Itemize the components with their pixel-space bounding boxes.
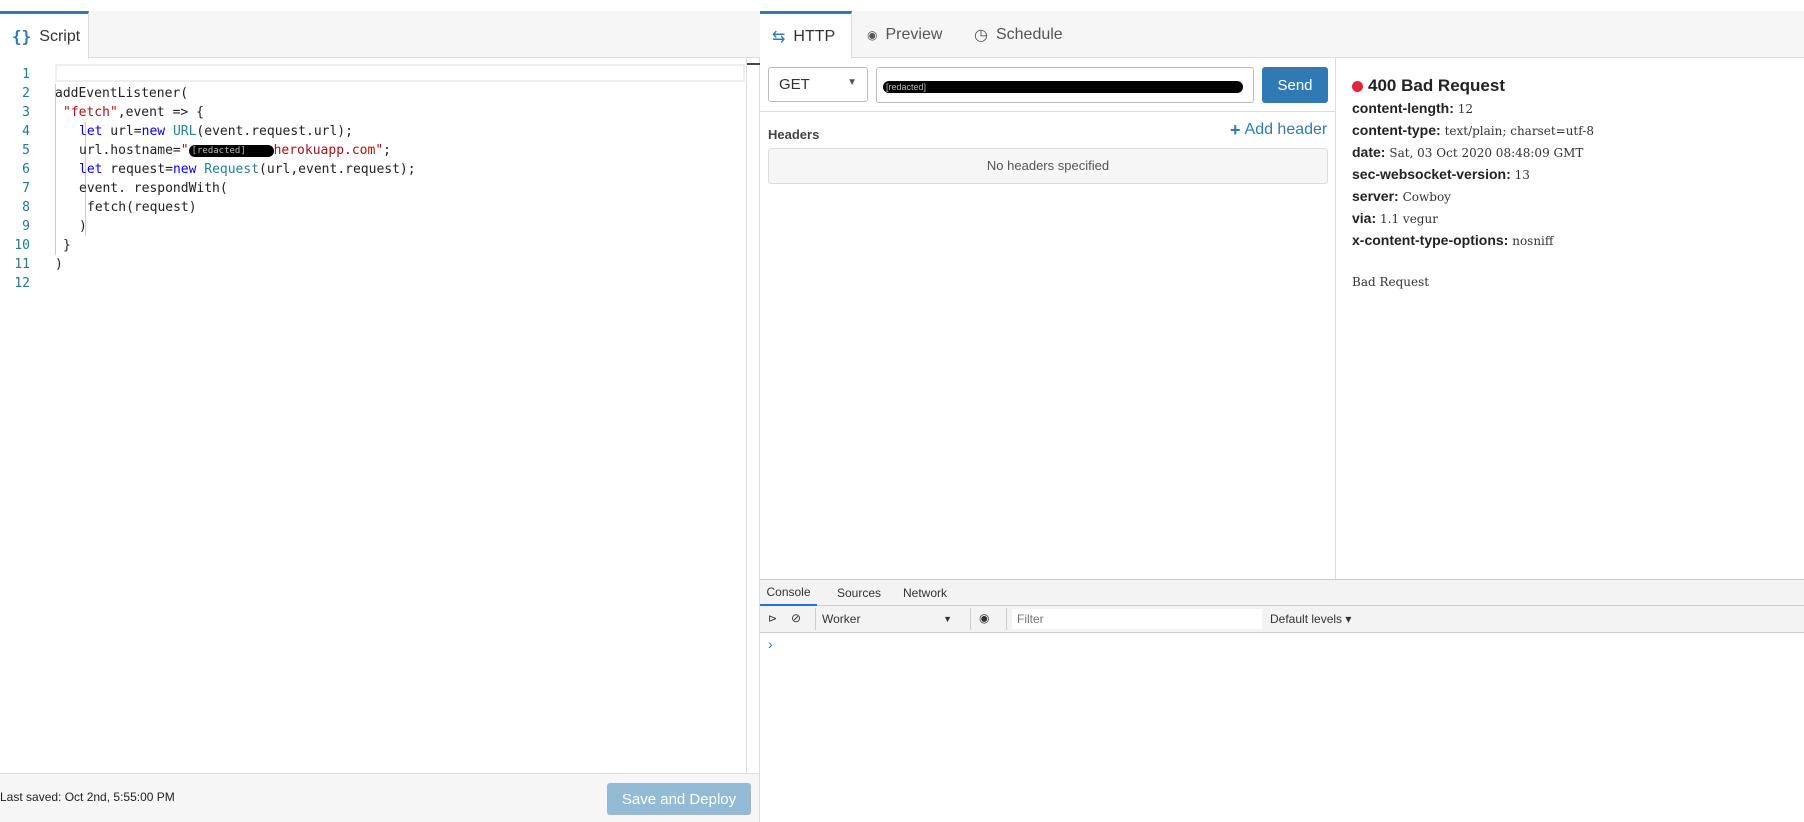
header-key: content-type:	[1352, 122, 1441, 138]
code-line: let request=new Request(url,event.reques…	[79, 162, 416, 177]
line-number: 3	[22, 105, 30, 120]
code-editor[interactable]: 1 2 addEventListener(3 "fetch",event => {4 l…	[0, 58, 760, 773]
header-key: sec-websocket-version:	[1352, 166, 1511, 182]
response-status: 400 Bad Request	[1368, 76, 1505, 95]
console-filter-input[interactable]	[1012, 609, 1262, 629]
line-number: 6	[22, 162, 30, 177]
redacted-url: [redacted]	[883, 80, 1243, 93]
code-line: "fetch",event => {	[63, 105, 204, 120]
no-headers-box: No headers specified	[768, 148, 1328, 184]
plus-icon: +	[1230, 120, 1241, 140]
send-button[interactable]: Send	[1262, 67, 1328, 103]
clear-console-icon[interactable]: ⊘	[791, 611, 801, 625]
tab-http[interactable]: ⇆ HTTP	[760, 11, 852, 59]
code-line: fetch(request)	[87, 200, 197, 215]
line-number: 4	[22, 124, 30, 139]
response-headers: content-length: 12 content-type: text/pla…	[1352, 98, 1594, 252]
code-line: let url=new URL(event.request.url);	[79, 124, 353, 139]
eye-icon: ◉	[867, 27, 878, 42]
line-number: 9	[22, 219, 30, 234]
current-line-highlight	[55, 64, 745, 82]
response-header: via: 1.1 vegur	[1352, 208, 1594, 230]
header-value: 13	[1514, 168, 1530, 182]
log-levels-dropdown[interactable]: Default levels ▾	[1270, 612, 1351, 626]
method-select[interactable]: GET ▼	[768, 67, 868, 102]
divider	[1335, 58, 1336, 579]
add-header-button[interactable]: + Add header	[1230, 121, 1327, 139]
devtools-tabs: Console Sources Network	[760, 579, 1804, 606]
sidebar-toggle-icon[interactable]: ⊳	[768, 612, 777, 625]
tab-script[interactable]: {} Script	[0, 11, 89, 59]
header-key: date:	[1352, 144, 1386, 160]
header-key: server:	[1352, 188, 1399, 204]
headers-title: Headers	[768, 127, 820, 142]
header-value: Cowboy	[1402, 190, 1451, 204]
code-line: )	[55, 257, 63, 272]
console-prompt[interactable]: ›	[768, 636, 773, 652]
last-saved-text: Last saved: Oct 2nd, 5:55:00 PM	[0, 790, 175, 804]
eye-icon[interactable]: ◉	[979, 611, 989, 625]
code-line: )	[79, 219, 87, 234]
response-header: server: Cowboy	[1352, 186, 1594, 208]
right-tabbar: ⇆ HTTP ◉ Preview ◷ Schedule	[760, 11, 1804, 59]
line-number: 11	[14, 257, 30, 272]
divider	[760, 111, 1335, 112]
response-header: content-length: 12	[1352, 98, 1594, 120]
response-body: Bad Request	[1352, 275, 1430, 289]
line-number: 10	[14, 238, 30, 253]
header-value: Sat, 03 Oct 2020 08:48:09 GMT	[1389, 146, 1584, 160]
code-line: addEventListener(	[55, 86, 189, 101]
response-header: content-type: text/plain; charset=utf-8	[1352, 120, 1594, 142]
header-value: nosniff	[1512, 234, 1554, 248]
clock-icon: ◷	[974, 26, 988, 44]
tab-console[interactable]: Console	[760, 580, 817, 606]
url-input[interactable]: [redacted]	[876, 67, 1254, 103]
response-header: sec-websocket-version: 13	[1352, 164, 1594, 186]
tab-preview[interactable]: ◉ Preview	[855, 11, 954, 58]
redacted-hostname: [redacted]	[188, 144, 274, 157]
braces-icon: {}	[12, 27, 32, 46]
header-value: 1.1 vegur	[1380, 212, 1438, 226]
tab-sources[interactable]: Sources	[837, 580, 881, 606]
header-value: text/plain; charset=utf-8	[1444, 124, 1594, 138]
editor-footer: Last saved: Oct 2nd, 5:55:00 PM Save and…	[0, 773, 760, 822]
arrows-exchange-icon: ⇆	[772, 28, 786, 46]
line-number: 5	[22, 143, 30, 158]
line-number: 12	[14, 276, 30, 291]
line-number: 1	[22, 67, 30, 82]
header-key: content-length:	[1352, 100, 1454, 116]
line-number: 8	[22, 200, 30, 215]
editor-scrollbar[interactable]	[746, 58, 760, 773]
response-header: x-content-type-options: nosniff	[1352, 230, 1594, 252]
header-key: via:	[1352, 210, 1377, 226]
tab-schedule[interactable]: ◷ Schedule	[962, 11, 1075, 58]
code-line: }	[63, 238, 71, 253]
chevron-down-icon: ▼	[847, 77, 857, 88]
save-and-deploy-button[interactable]: Save and Deploy	[607, 783, 751, 815]
line-number: 7	[22, 181, 30, 196]
console-toolbar: ⊳ ⊘ Worker▼ ◉ Default levels ▾	[760, 606, 1804, 633]
status-dot-icon	[1352, 80, 1363, 92]
code-line: event. respondWith(	[79, 181, 228, 196]
header-key: x-content-type-options:	[1352, 232, 1509, 248]
header-value: 12	[1457, 102, 1474, 116]
response-panel: 400 Bad Request content-length: 12 conten…	[1352, 76, 1594, 289]
chevron-down-icon: ▼	[943, 614, 952, 624]
indent-guide	[55, 84, 56, 255]
context-select[interactable]: Worker ▼	[822, 612, 952, 626]
tab-network[interactable]: Network	[903, 580, 947, 606]
response-header: date: Sat, 03 Oct 2020 08:48:09 GMT	[1352, 142, 1594, 164]
script-tabbar: {} Script	[0, 11, 760, 59]
line-number: 2	[22, 86, 30, 101]
code-line: url.hostname=" [redacted] herokuapp.com";	[79, 143, 391, 158]
